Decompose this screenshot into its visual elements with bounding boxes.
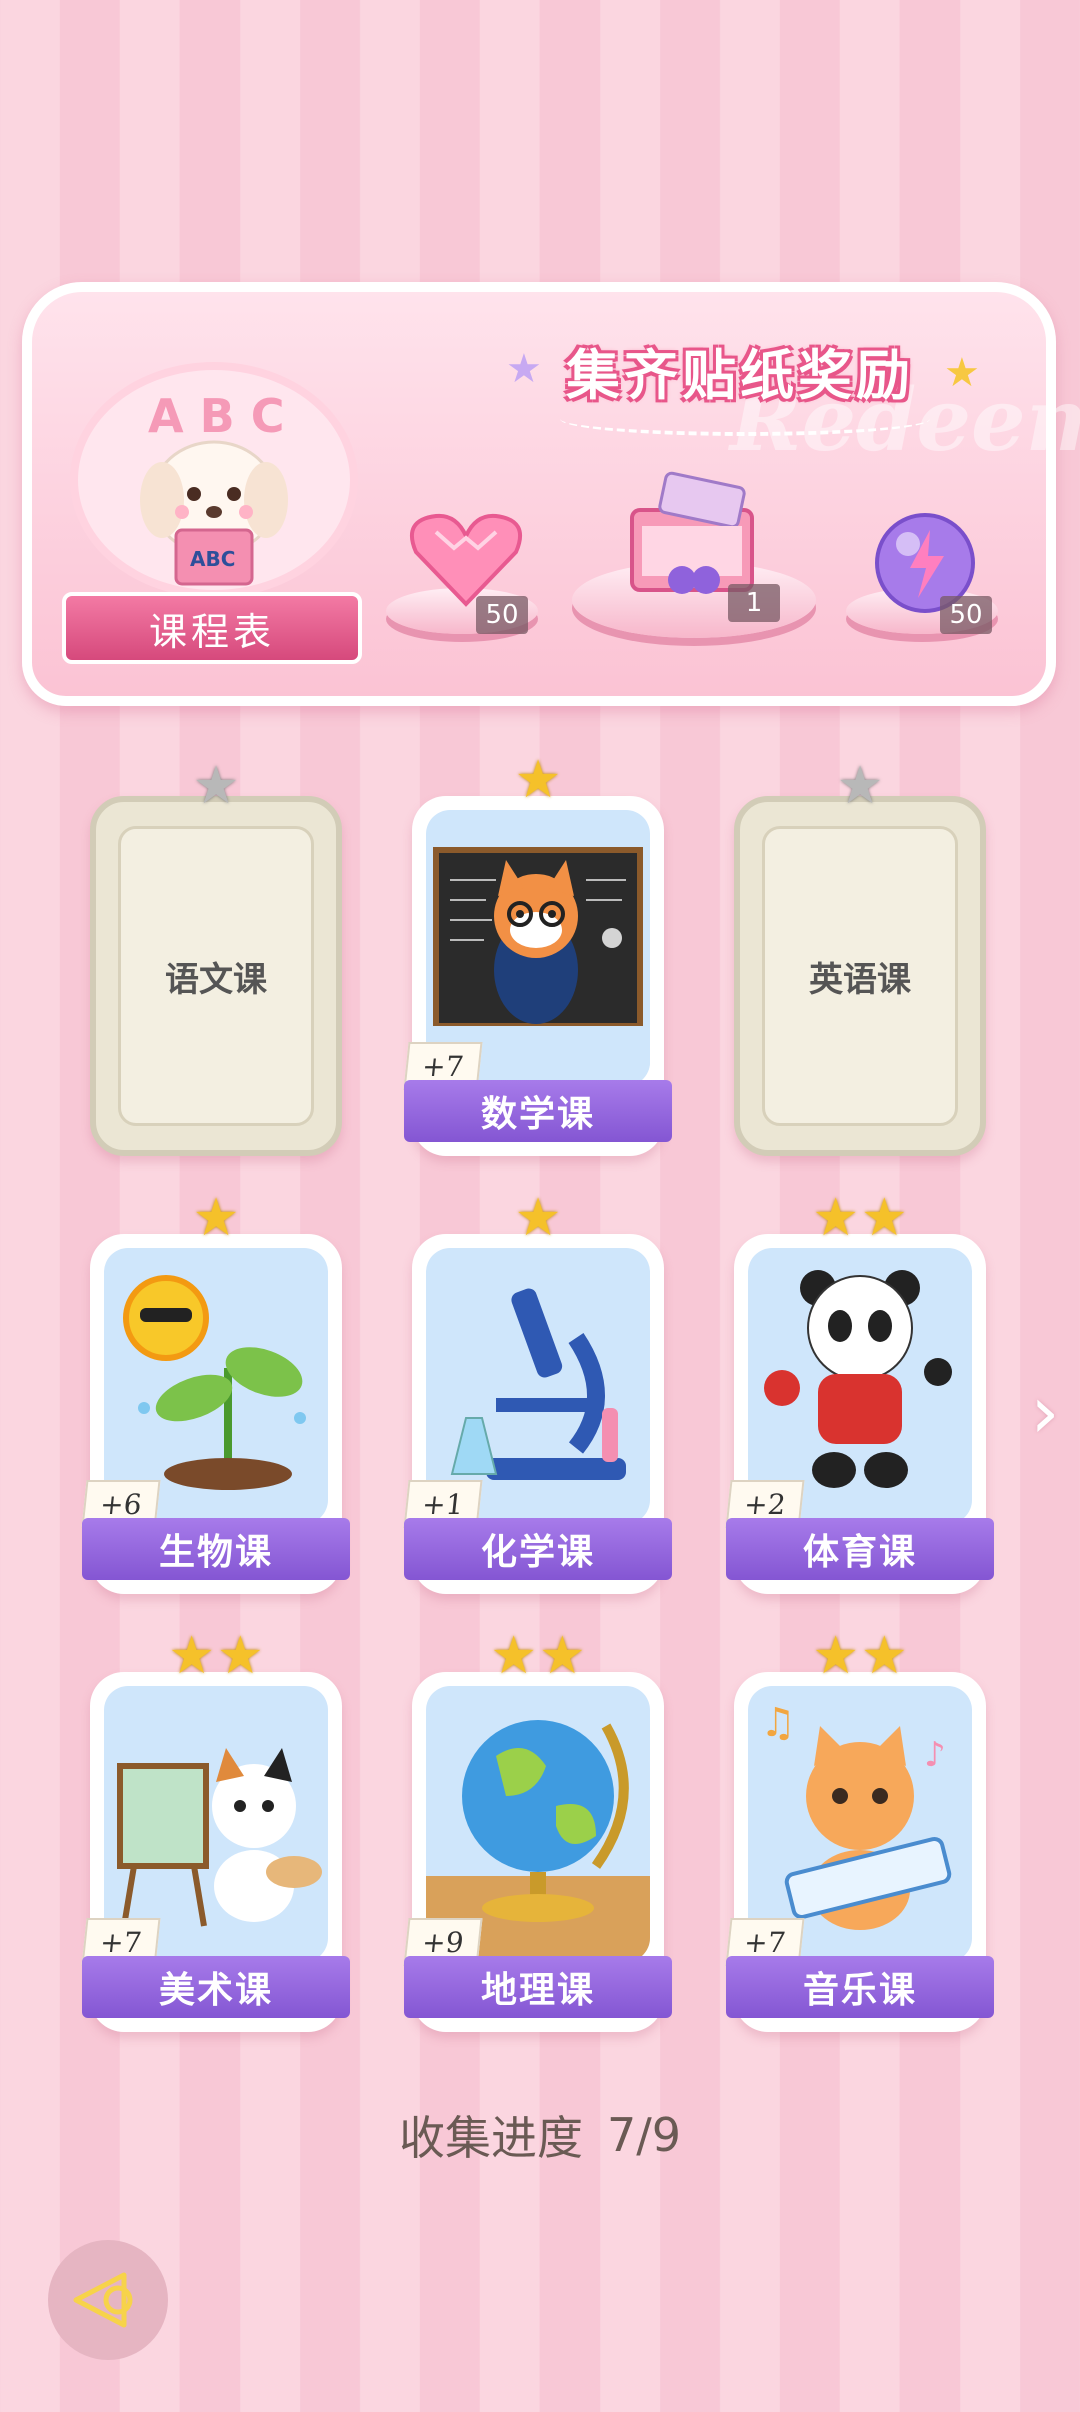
progress-label: 收集进度: [398, 2111, 583, 2165]
back-button[interactable]: [48, 2240, 168, 2360]
course-label: 英语课: [762, 826, 958, 1126]
star-rating: ★ ★: [734, 1190, 986, 1246]
star-icon: ★: [514, 1188, 562, 1248]
gift-box-icon[interactable]: [622, 470, 762, 600]
course-label: 化学课: [404, 1518, 672, 1580]
puppy-avatar[interactable]: A B C ABC: [70, 362, 358, 598]
star-rating: ★: [412, 1190, 664, 1246]
star-icon: ★: [861, 1626, 908, 1686]
energy-orb-count: 50: [940, 596, 992, 634]
svg-text:♫: ♫: [760, 1700, 796, 1746]
puppy-reading-icon: A B C ABC: [140, 389, 288, 586]
course-card-math[interactable]: ★ +7 数学课: [403, 752, 672, 1156]
course-label: 数学课: [404, 1080, 672, 1142]
star-icon: ★: [861, 1188, 908, 1248]
svg-text:♪: ♪: [924, 1735, 946, 1775]
course-label: 语文课: [118, 826, 314, 1126]
star-rating: ★: [412, 752, 664, 808]
chevron-right-icon[interactable]: ›: [1022, 1376, 1068, 1448]
course-label: 地理课: [404, 1956, 672, 2018]
schedule-button[interactable]: 课程表: [62, 592, 362, 664]
course-card-biology[interactable]: ★ +6 生物课: [81, 1190, 350, 1594]
course-card-art[interactable]: ★ ★ +7 美术课: [81, 1628, 350, 2032]
course-card-music[interactable]: ★ ★ ♫ ♪ +7 音乐课: [725, 1628, 994, 2032]
star-rating: ★: [740, 758, 980, 814]
back-arrow-icon: [73, 2272, 133, 2328]
collection-progress: 收集进度 7/9: [0, 2100, 1080, 2170]
star-icon: ★: [217, 1626, 264, 1686]
star-icon: ★: [168, 1626, 215, 1686]
course-card-pe[interactable]: ★ ★ +2 体育课: [725, 1190, 994, 1594]
book-label: ABC: [190, 547, 235, 571]
star-icon: ★: [490, 1626, 537, 1686]
star-icon: ★: [514, 750, 562, 810]
star-icon: ★: [539, 1626, 586, 1686]
star-rating: ★ ★: [412, 1628, 664, 1684]
course-card-geography[interactable]: ★ ★ +9 地理课: [403, 1628, 672, 2032]
course-card-chemistry[interactable]: ★ +1 化学课: [403, 1190, 672, 1594]
star-icon: ★: [192, 1188, 240, 1248]
star-rating: ★ ★: [90, 1628, 342, 1684]
course-card-locked[interactable]: ★ 语文课: [90, 758, 342, 1156]
star-icon: ★: [812, 1188, 859, 1248]
star-icon: ★: [812, 1626, 859, 1686]
banner-title: 集齐贴纸奖励: [566, 343, 914, 407]
star-icon: ★: [836, 756, 884, 816]
star-icon: ★: [192, 756, 240, 816]
heart-gem-count: 50: [476, 596, 528, 634]
course-label: 生物课: [82, 1518, 350, 1580]
gift-box-count: 1: [728, 584, 780, 622]
heart-gem-icon[interactable]: [406, 508, 526, 608]
star-rating: ★: [90, 1190, 342, 1246]
course-card-locked[interactable]: ★ 英语课: [734, 758, 986, 1156]
star-rating: ★: [96, 758, 336, 814]
course-label: 美术课: [82, 1956, 350, 2018]
course-label: 体育课: [726, 1518, 994, 1580]
course-label: 音乐课: [726, 1956, 994, 2018]
progress-value: 7/9: [606, 2108, 682, 2162]
abc-letters: A B C: [148, 389, 284, 443]
star-rating: ★ ★: [734, 1628, 986, 1684]
